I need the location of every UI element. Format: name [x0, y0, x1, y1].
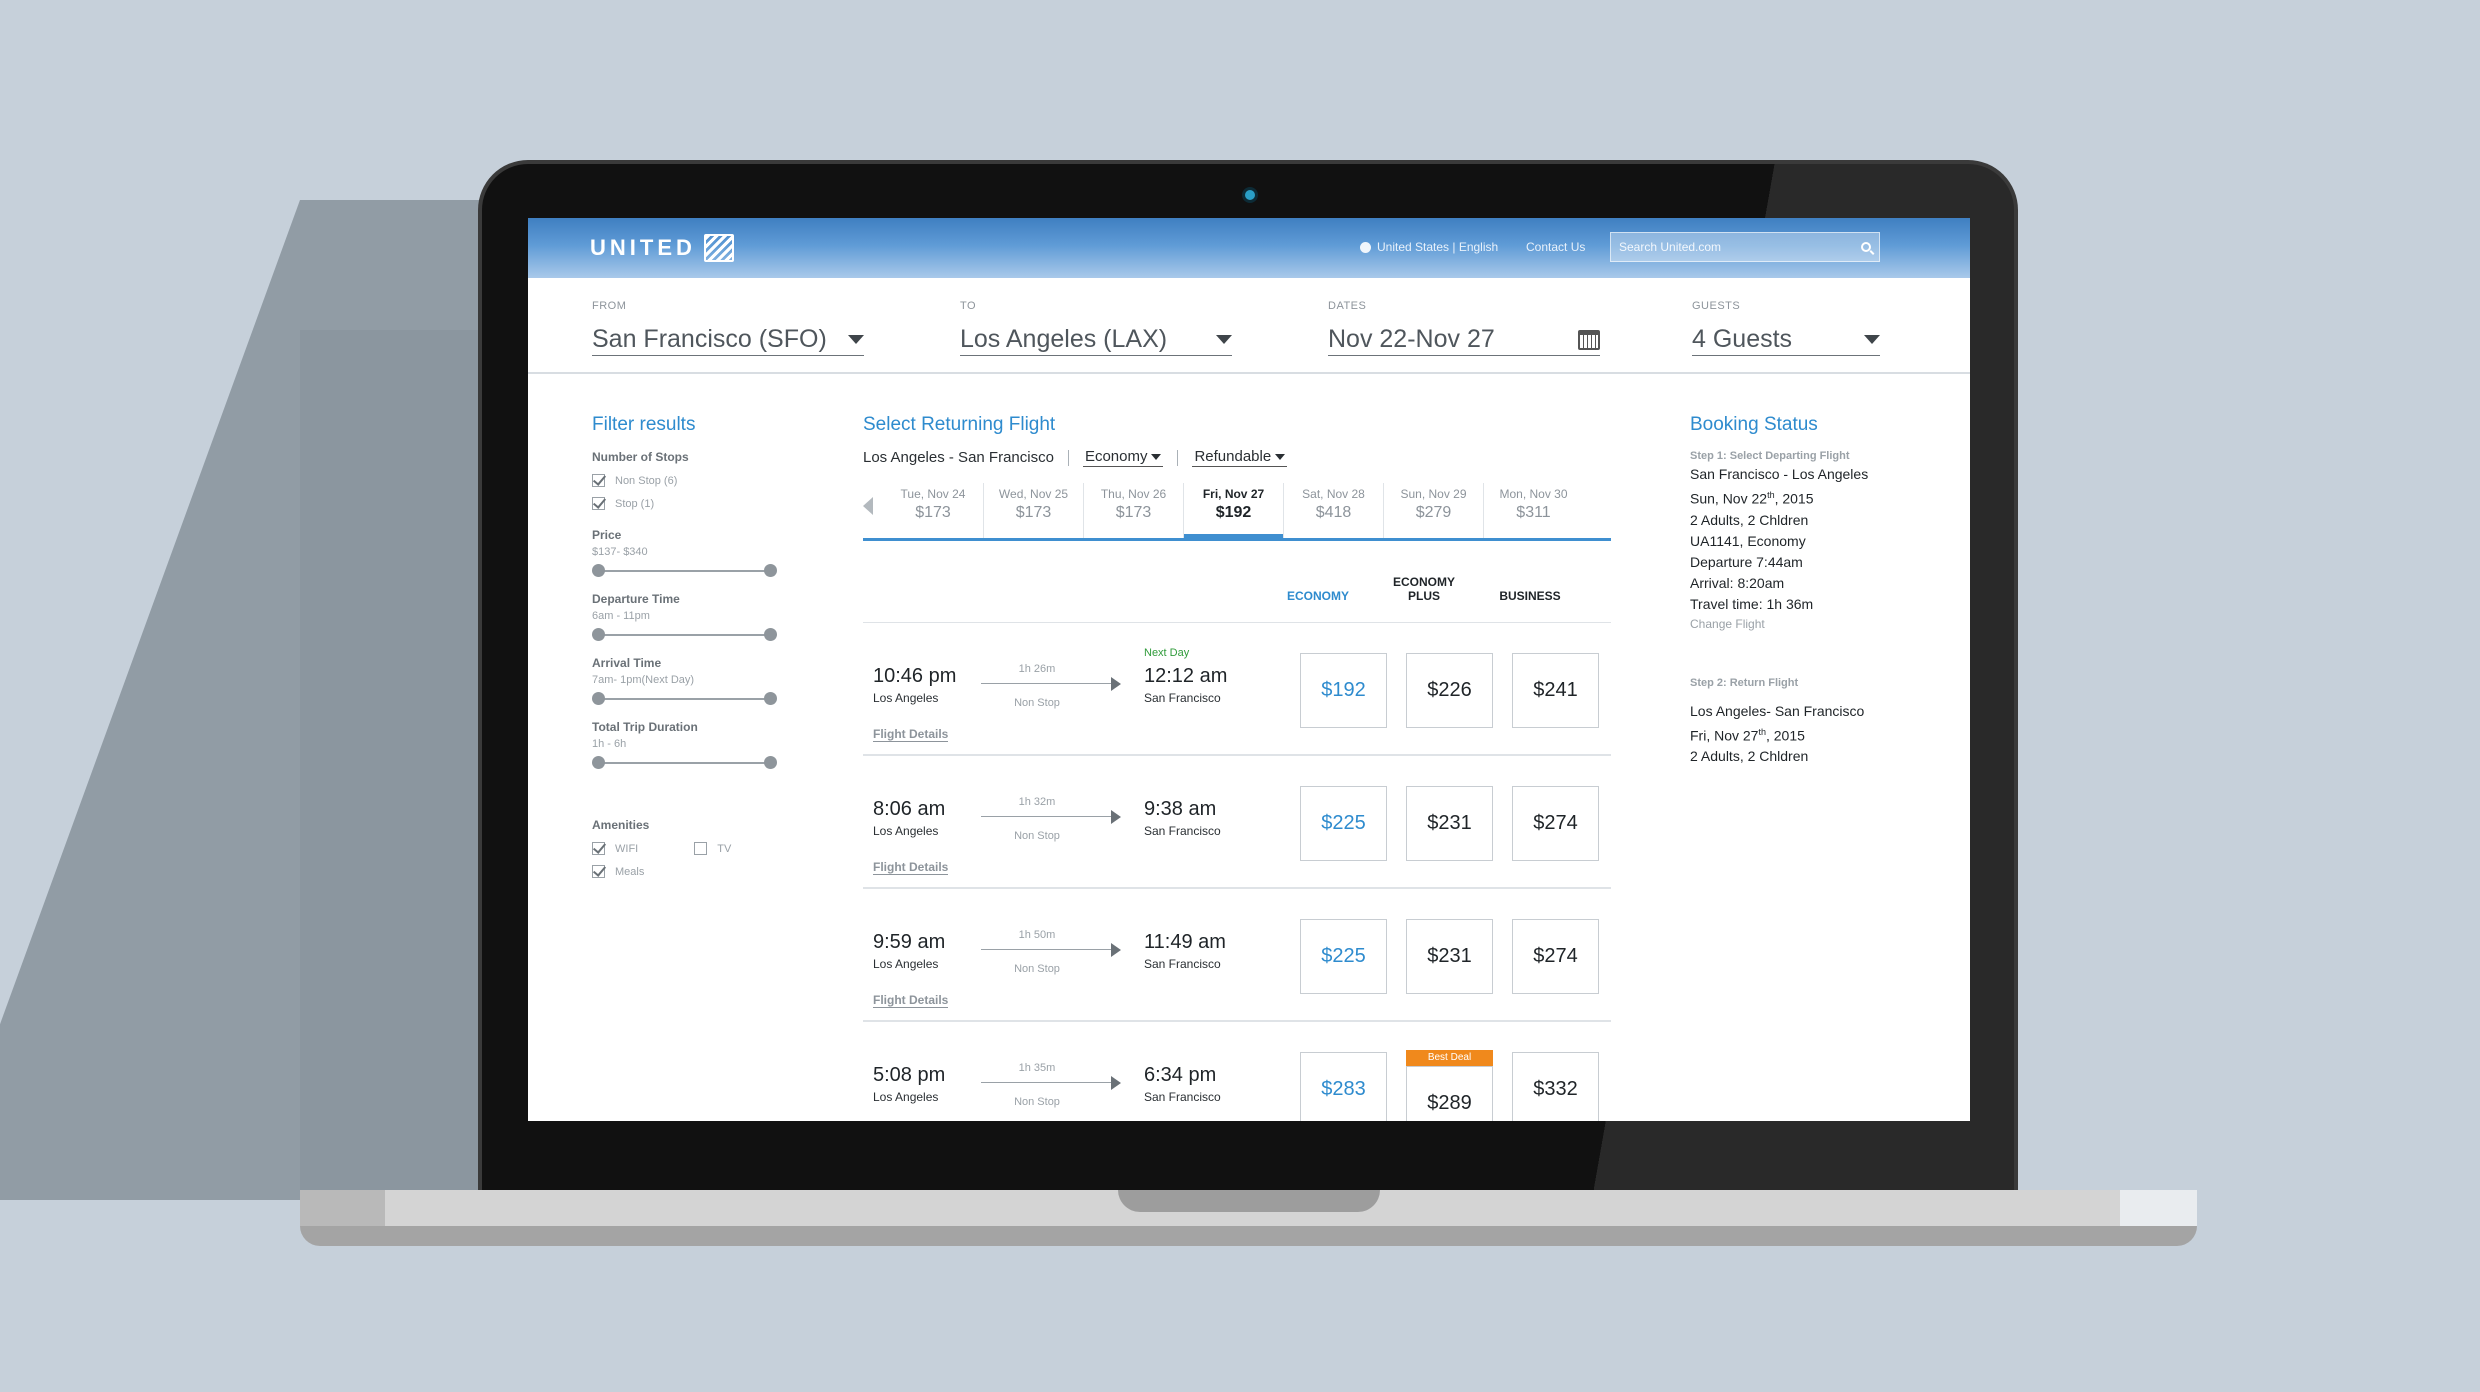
- tv-checkbox[interactable]: TV: [694, 842, 731, 855]
- search-icon[interactable]: [1861, 242, 1871, 252]
- step-1-label: Step 1: Select Departing Flight: [1690, 450, 1850, 462]
- booking-title: Booking Status: [1690, 414, 1818, 435]
- slider-handle-max[interactable]: [764, 628, 777, 641]
- meals-checkbox[interactable]: Meals: [592, 865, 792, 878]
- contact-link[interactable]: Contact Us: [1526, 240, 1585, 254]
- laptop-shadow-side: [300, 330, 480, 1200]
- cabin-dropdown[interactable]: Economy: [1082, 448, 1164, 467]
- change-flight-link[interactable]: Change Flight: [1690, 617, 1920, 631]
- caret-down-icon: [1275, 453, 1286, 460]
- col-economy: ECONOMY: [1286, 589, 1349, 604]
- guests-field[interactable]: GUESTS 4 Guests: [1692, 300, 1880, 356]
- price-slider[interactable]: [592, 564, 777, 578]
- checkbox-checked-icon[interactable]: [592, 865, 605, 878]
- checkbox-empty-icon[interactable]: [694, 842, 708, 855]
- date-tab[interactable]: Thu, Nov 26 $173: [1083, 483, 1183, 538]
- economy-price-button[interactable]: $192: [1300, 653, 1387, 728]
- fare-dropdown[interactable]: Refundable: [1192, 448, 1288, 467]
- chevron-down-icon[interactable]: [848, 335, 864, 344]
- flight-row: 5:08 pm Los Angeles 1h 35m Non Stop 6:34…: [863, 1022, 1611, 1121]
- economy-plus-price-button[interactable]: $231: [1406, 919, 1493, 994]
- booking-status-panel: Booking Status Step 1: Select Departing …: [1690, 414, 1920, 765]
- filter-panel: Filter results Number of Stops Non Stop …: [592, 414, 792, 878]
- business-price-button[interactable]: $241: [1512, 653, 1599, 728]
- duration-slider[interactable]: [592, 756, 777, 770]
- flight-details-link[interactable]: Flight Details: [873, 860, 949, 875]
- slider-handle-min[interactable]: [592, 756, 605, 769]
- locale-selector[interactable]: United States | English: [1360, 240, 1498, 254]
- filter-title: Filter results: [592, 414, 696, 435]
- chevron-down-icon[interactable]: [1216, 335, 1232, 344]
- arrival-slider[interactable]: [592, 692, 777, 706]
- fare-column-headers: ECONOMY ECONOMY PLUS BUSINESS: [863, 541, 1611, 623]
- date-tab[interactable]: Sat, Nov 28 $418: [1283, 483, 1383, 538]
- col-business: BUSINESS: [1499, 589, 1561, 604]
- route-arrow: [981, 1082, 1111, 1083]
- business-price-button[interactable]: $274: [1512, 919, 1599, 994]
- results-panel: Select Returning Flight Los Angeles - Sa…: [863, 414, 1611, 1121]
- top-bar: UNITED United States | English Contact U…: [528, 218, 1970, 278]
- calendar-icon[interactable]: [1578, 329, 1600, 350]
- search-criteria: FROM San Francisco (SFO) TO Los Angeles …: [528, 278, 1970, 374]
- route-text: Los Angeles - San Francisco: [863, 449, 1054, 466]
- wifi-checkbox[interactable]: WIFI: [592, 842, 638, 855]
- business-price-button[interactable]: $332: [1512, 1052, 1599, 1121]
- economy-plus-price-button[interactable]: $231: [1406, 786, 1493, 861]
- arrow-right-icon: [1111, 810, 1121, 824]
- arrow-right-icon: [1111, 1076, 1121, 1090]
- flight-row: 8:06 am Los Angeles Flight Details 1h 32…: [863, 756, 1611, 889]
- arrow-right-icon: [1111, 677, 1121, 691]
- economy-price-button[interactable]: $283: [1300, 1052, 1387, 1121]
- slider-handle-max[interactable]: [764, 756, 777, 769]
- slider-handle-max[interactable]: [764, 564, 777, 577]
- economy-plus-price-button[interactable]: $226: [1406, 653, 1493, 728]
- from-field[interactable]: FROM San Francisco (SFO): [592, 300, 864, 356]
- to-field[interactable]: TO Los Angeles (LAX): [960, 300, 1232, 356]
- step-2-label: Step 2: Return Flight: [1690, 676, 1799, 689]
- best-deal-badge: Best Deal: [1406, 1050, 1493, 1066]
- economy-price-button[interactable]: $225: [1300, 919, 1387, 994]
- date-tab[interactable]: Tue, Nov 24 $173: [883, 483, 983, 538]
- slider-handle-min[interactable]: [592, 564, 605, 577]
- route-arrow: [981, 816, 1111, 817]
- col-economy-plus: ECONOMY PLUS: [1392, 575, 1455, 604]
- route-arrow: [981, 683, 1111, 684]
- slider-handle-min[interactable]: [592, 628, 605, 641]
- dates-field[interactable]: DATES Nov 22-Nov 27: [1328, 300, 1600, 356]
- nonstop-checkbox[interactable]: Non Stop (6): [592, 474, 792, 487]
- date-tab[interactable]: Mon, Nov 30 $311: [1483, 483, 1583, 538]
- departure-slider[interactable]: [592, 628, 777, 642]
- checkbox-checked-icon[interactable]: [592, 474, 605, 487]
- previous-dates-icon[interactable]: [863, 497, 873, 515]
- economy-plus-price-button[interactable]: $289: [1406, 1066, 1493, 1121]
- date-tab[interactable]: Sun, Nov 29 $279: [1383, 483, 1483, 538]
- next-day-label: Next Day: [1144, 647, 1190, 659]
- search-input[interactable]: Search United.com: [1610, 232, 1880, 262]
- laptop-notch: [1118, 1190, 1380, 1212]
- arrow-right-icon: [1111, 943, 1121, 957]
- business-price-button[interactable]: $274: [1512, 786, 1599, 861]
- slider-handle-max[interactable]: [764, 692, 777, 705]
- economy-price-button[interactable]: $225: [1300, 786, 1387, 861]
- checkbox-checked-icon[interactable]: [592, 842, 605, 855]
- flight-details-link[interactable]: Flight Details: [873, 727, 949, 742]
- date-tab-selected[interactable]: Fri, Nov 27 $192: [1183, 483, 1283, 541]
- flight-row: 9:59 am Los Angeles Flight Details 1h 50…: [863, 889, 1611, 1022]
- checkbox-checked-icon[interactable]: [592, 497, 605, 510]
- stop-checkbox[interactable]: Stop (1): [592, 497, 792, 510]
- flight-details-link[interactable]: Flight Details: [873, 993, 949, 1008]
- date-strip: Tue, Nov 24 $173 Wed, Nov 25 $173 Thu, Nov…: [863, 483, 1611, 541]
- globe-logo-icon: [703, 234, 734, 262]
- caret-down-icon: [1151, 453, 1162, 460]
- flight-row: 10:46 pm Los Angeles Flight Details 1h 2…: [863, 623, 1611, 756]
- globe-icon: [1360, 241, 1371, 253]
- route-arrow: [981, 949, 1111, 950]
- camera-icon: [1245, 190, 1255, 200]
- united-logo[interactable]: UNITED: [590, 234, 734, 262]
- chevron-down-icon[interactable]: [1864, 335, 1880, 344]
- date-tab[interactable]: Wed, Nov 25 $173: [983, 483, 1083, 538]
- screen: UNITED United States | English Contact U…: [528, 218, 1970, 1121]
- slider-handle-min[interactable]: [592, 692, 605, 705]
- results-title: Select Returning Flight: [863, 414, 1056, 435]
